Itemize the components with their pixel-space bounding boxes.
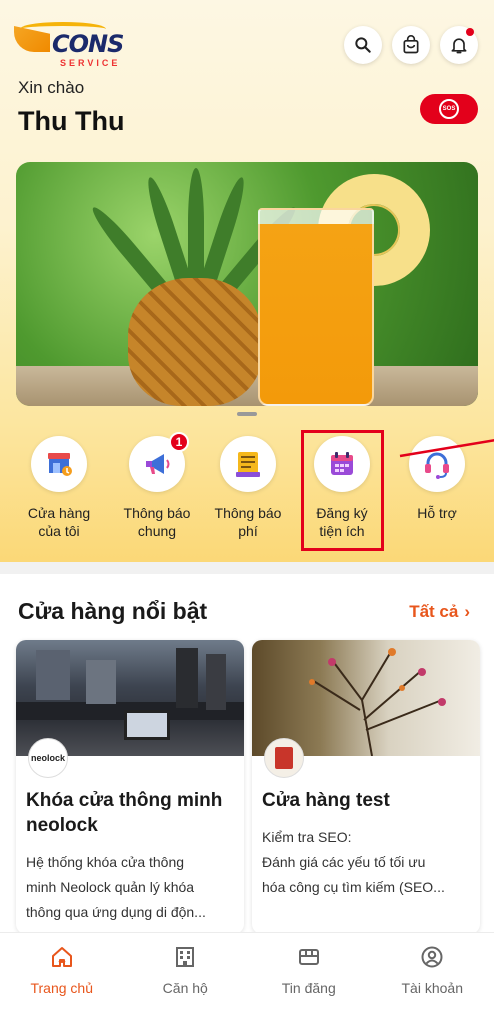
store-avatar xyxy=(264,738,304,778)
fee-notice-icon-wrap xyxy=(220,436,276,492)
section-divider xyxy=(0,562,494,574)
nav-label: Tin đăng xyxy=(281,980,336,996)
pineapple-leaf xyxy=(188,168,204,278)
juice-glass-image xyxy=(258,208,374,406)
greeting-text: Xin chào xyxy=(18,78,85,97)
logo-brand-text: CONS xyxy=(52,30,124,58)
sos-button[interactable]: SOS xyxy=(420,94,478,124)
store-desc-line: hóa công cụ tìm kiếm (SEO... xyxy=(262,879,445,895)
menu-label-fee-notice: Thông báo phí xyxy=(203,504,293,540)
megaphone-icon xyxy=(146,454,170,474)
store-desc-line: minh Neolock quản lý khóa xyxy=(26,879,195,895)
nav-listings[interactable]: Tin đăng xyxy=(247,933,371,1012)
bottom-navigation: Trang chủ Căn hộ Tin đăng Tài khoản xyxy=(0,932,494,1012)
fee-notice-icon xyxy=(236,452,260,477)
highlight-box xyxy=(301,430,384,551)
notice-count-badge: 1 xyxy=(169,432,189,452)
menu-label-line1: Thông báo xyxy=(214,505,282,521)
megaphone-icon-wrap: 1 xyxy=(129,432,189,492)
nav-label: Tài khoản xyxy=(401,980,463,996)
nav-apartment[interactable]: Căn hộ xyxy=(124,933,248,1012)
menu-item-fee-notice[interactable]: Thông báo phí xyxy=(203,430,293,540)
nav-home[interactable]: Trang chủ xyxy=(0,933,124,1012)
featured-section-title: Cửa hàng nổi bật xyxy=(18,598,208,624)
menu-label-support: Hỗ trợ xyxy=(392,504,482,522)
app-logo: CONS SERVICE xyxy=(14,20,124,70)
menu-label-line2: chung xyxy=(137,523,177,539)
user-name: Thu Thu xyxy=(18,106,125,136)
store-desc-line: Đánh giá các yếu tố tối ưu xyxy=(262,854,426,870)
store-card[interactable]: neolock Khóa cửa thông minh neolock Hệ t… xyxy=(16,640,244,934)
menu-label-line1: Hỗ trợ xyxy=(417,505,457,521)
nav-label: Trang chủ xyxy=(30,980,93,996)
account-icon xyxy=(421,946,443,968)
nav-label: Căn hộ xyxy=(162,980,208,996)
store-icon-wrap xyxy=(31,436,87,492)
store-avatar-image xyxy=(275,747,293,769)
menu-item-general-notice[interactable]: 1 Thông báo chung xyxy=(112,430,202,540)
menu-label-line2: phí xyxy=(238,523,258,539)
menu-label-my-store: Cửa hàng của tôi xyxy=(14,504,104,540)
store-avatar: neolock xyxy=(28,738,68,778)
store-desc-line: Kiểm tra SEO: xyxy=(262,829,352,845)
shopping-bag-icon xyxy=(403,35,419,54)
bell-icon xyxy=(451,38,467,54)
menu-label-line2: của tôi xyxy=(38,523,80,539)
store-title: Khóa cửa thông minh neolock xyxy=(26,790,223,836)
home-icon xyxy=(51,947,72,967)
header-actions xyxy=(344,26,478,64)
menu-label-general-notice: Thông báo chung xyxy=(112,504,202,540)
store-desc-line: Hệ thống khóa cửa thông xyxy=(26,854,185,870)
search-button[interactable] xyxy=(344,26,382,64)
promo-banner[interactable] xyxy=(16,162,478,406)
shopping-bag-button[interactable] xyxy=(392,26,430,64)
menu-item-my-store[interactable]: Cửa hàng của tôi xyxy=(14,430,104,540)
menu-label-line1: Thông báo xyxy=(123,505,191,521)
sos-icon: SOS xyxy=(439,99,459,119)
store-title: Cửa hàng test xyxy=(262,790,390,811)
logo-sub-text: SERVICE xyxy=(60,58,121,68)
chevron-right-icon: › xyxy=(464,602,470,621)
listing-icon xyxy=(298,949,319,965)
nav-account[interactable]: Tài khoản xyxy=(371,933,494,1012)
store-desc-line: thông qua ứng dụng di độn... xyxy=(26,904,206,920)
carousel-indicator[interactable] xyxy=(237,412,257,416)
see-all-link[interactable]: Tất cả › xyxy=(409,602,470,622)
search-icon xyxy=(355,37,371,53)
store-icon xyxy=(48,453,72,476)
see-all-label: Tất cả xyxy=(409,602,459,621)
pineapple-image xyxy=(128,278,262,406)
menu-label-line1: Cửa hàng xyxy=(27,505,91,521)
building-icon xyxy=(176,947,195,967)
annotation-arrow xyxy=(399,439,494,458)
notification-dot xyxy=(466,28,474,36)
notification-button[interactable] xyxy=(440,26,478,64)
store-card[interactable]: Cửa hàng test Kiểm tra SEO: Đánh giá các… xyxy=(252,640,480,934)
